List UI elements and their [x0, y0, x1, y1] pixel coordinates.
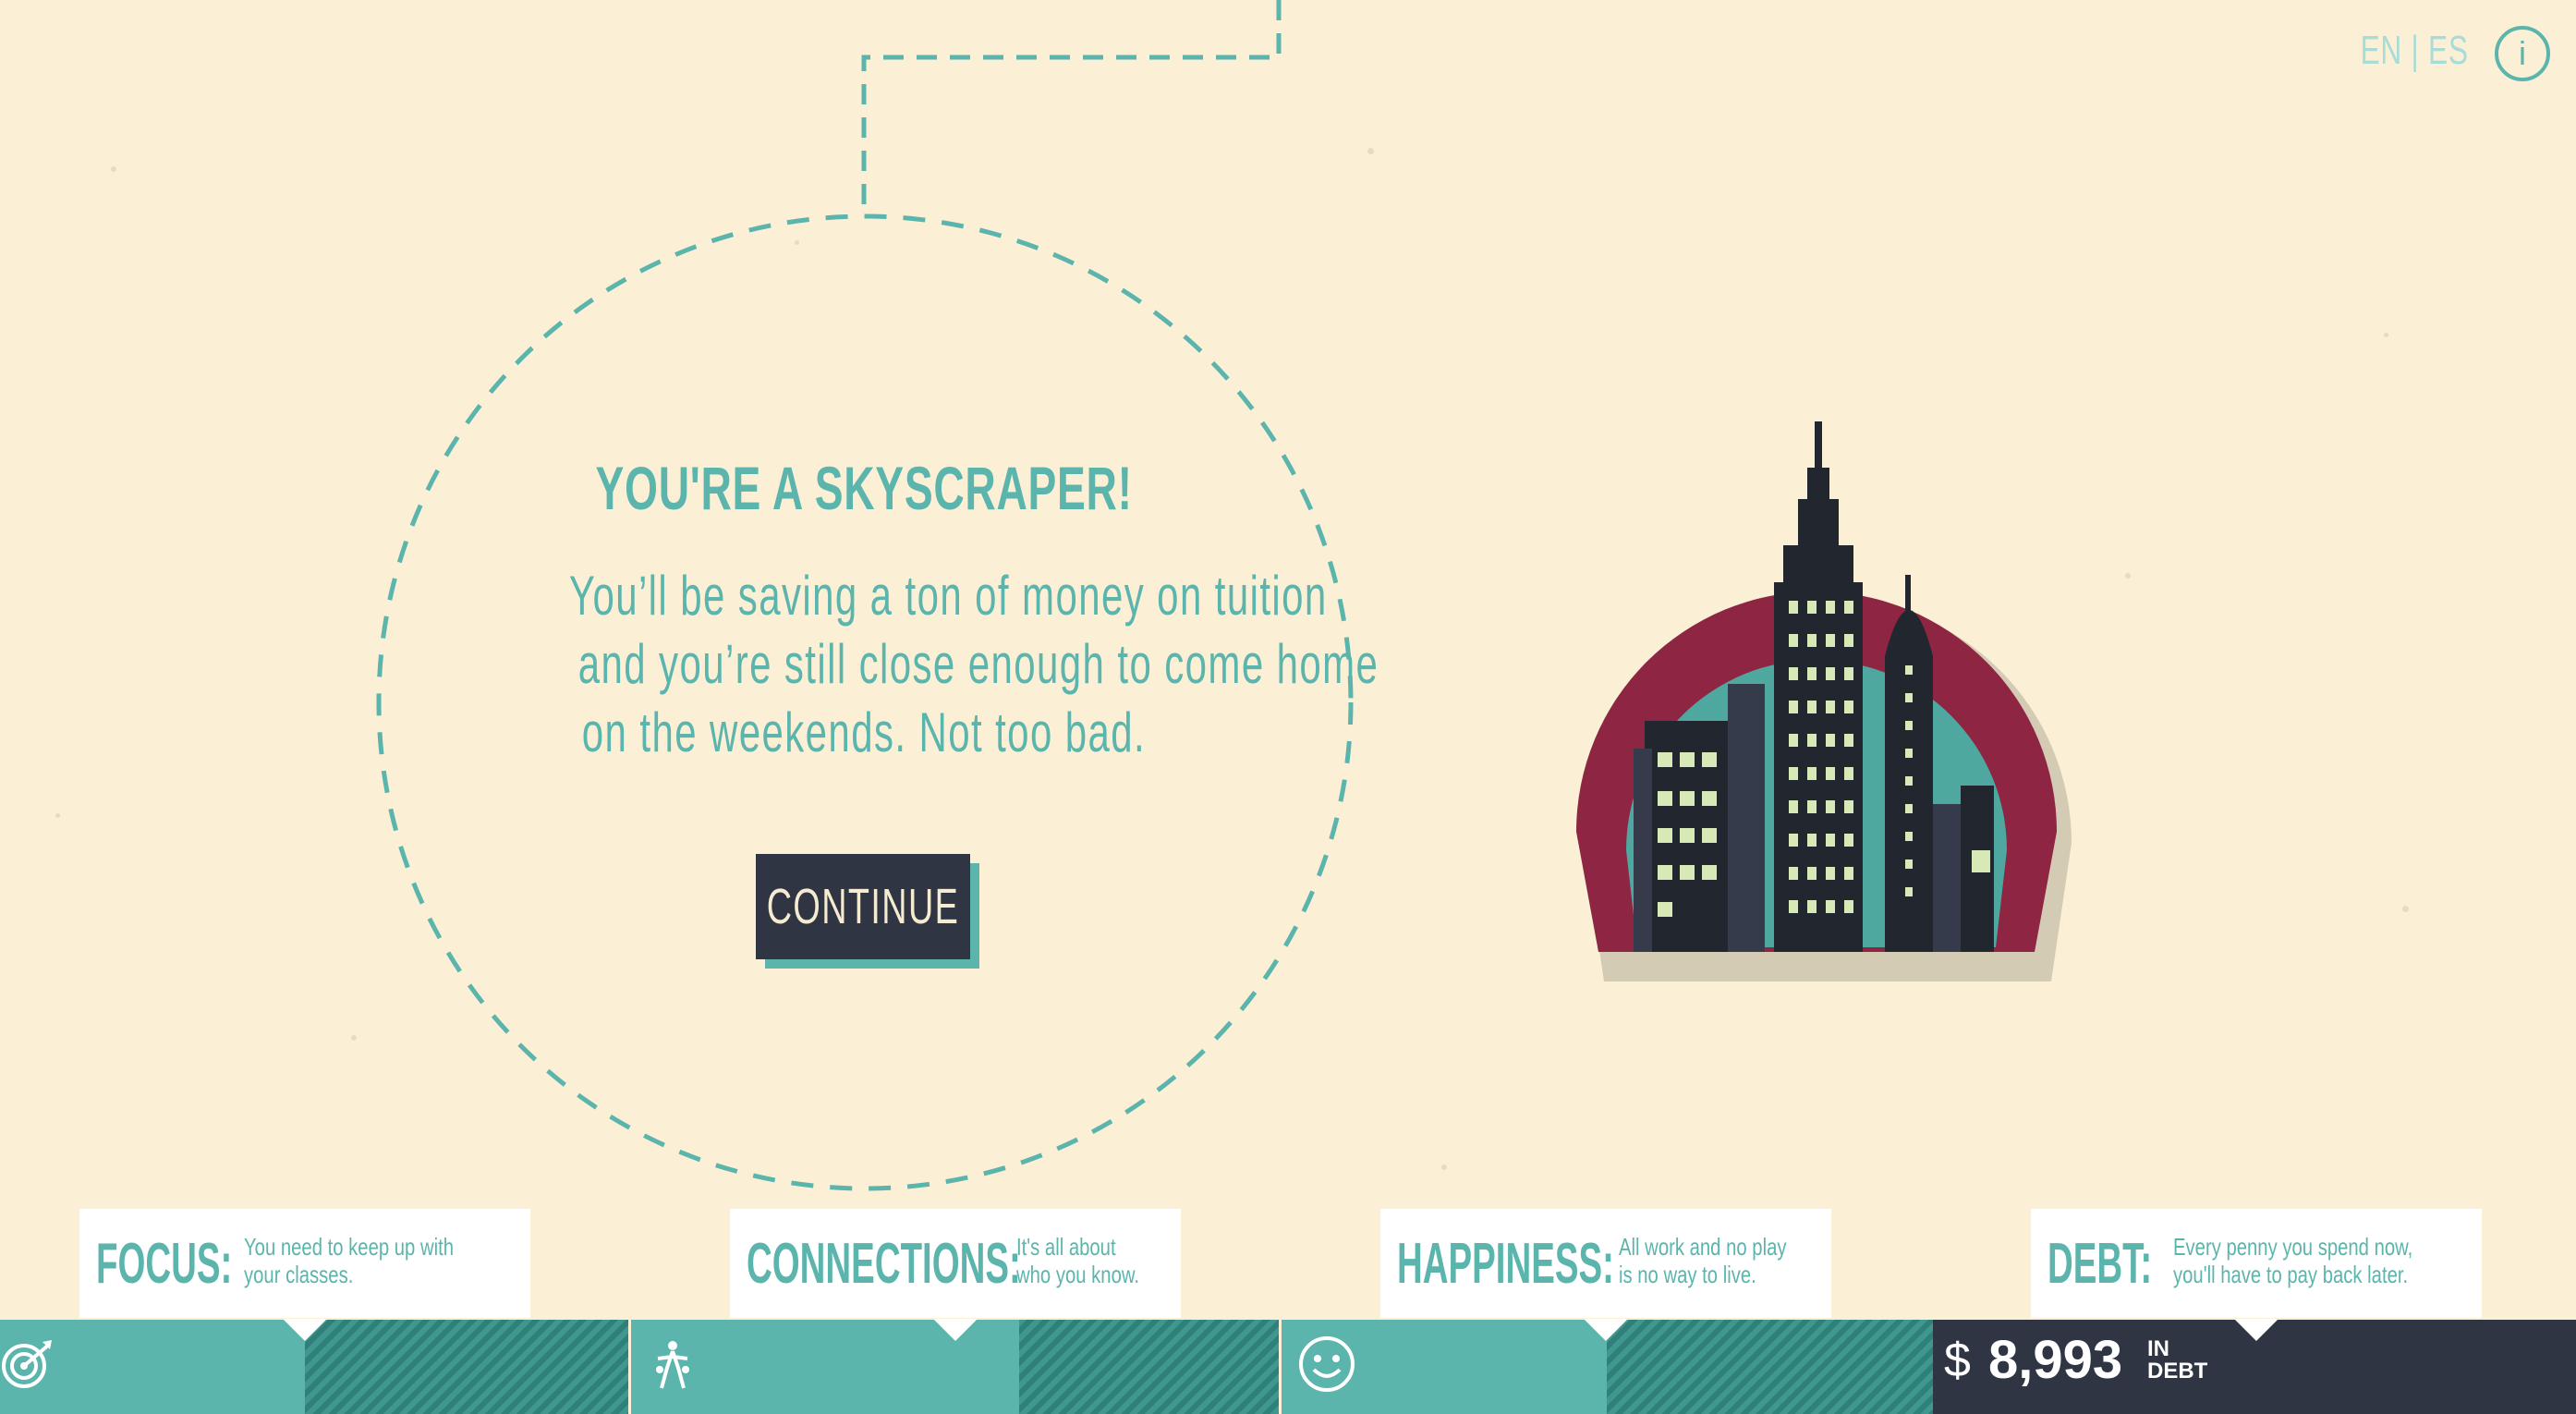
happiness-meter-empty — [1607, 1320, 1933, 1414]
card-pointer — [933, 1319, 978, 1341]
connections-card: CONNECTIONS: It's all about who you know… — [730, 1209, 1181, 1318]
card-pointer — [283, 1319, 327, 1341]
result-title: YOU'RE A SKYSCRAPER! — [595, 454, 1133, 522]
lang-separator: | — [2411, 28, 2420, 73]
people-icon — [656, 1341, 689, 1389]
description-line: You’ll be saving a ton of money on tuiti… — [568, 565, 1328, 627]
card-label: DEBT: — [2047, 1231, 2153, 1296]
debt-amount: 8,993 — [1988, 1330, 2123, 1390]
debt-card: DEBT: Every penny you spend now, you'll … — [2031, 1209, 2482, 1318]
smiley-icon — [1299, 1336, 1355, 1392]
card-pointer — [2234, 1319, 2278, 1341]
info-icon: i — [2519, 34, 2526, 72]
card-description: You need to keep up with your classes. — [244, 1233, 455, 1288]
description-line: on the weekends. Not too bad. — [581, 701, 1147, 763]
card-description: It's all about who you know. — [1016, 1233, 1140, 1288]
card-label: HAPPINESS: — [1397, 1231, 1614, 1296]
target-icon — [2, 1340, 52, 1388]
lang-es-link[interactable]: ES — [2428, 28, 2469, 74]
continue-button-wrap: CONTINUE — [756, 854, 979, 969]
connections-meter-empty — [1019, 1320, 1279, 1414]
result-description: You’ll be saving a ton of money on tuiti… — [407, 562, 1378, 767]
debt-unit-label: IN DEBT — [2147, 1336, 2208, 1384]
happiness-card: HAPPINESS: All work and no play is no wa… — [1380, 1209, 1831, 1318]
card-description: All work and no play is no way to live. — [1619, 1233, 1787, 1288]
focus-card: FOCUS: You need to keep up with your cla… — [79, 1209, 530, 1318]
focus-meter-empty — [305, 1320, 628, 1414]
continue-button[interactable]: CONTINUE — [756, 854, 970, 959]
skyscraper-city-badge-icon — [1576, 421, 2072, 981]
card-label: FOCUS: — [96, 1231, 233, 1296]
info-button[interactable]: i — [2495, 26, 2550, 81]
language-switcher: EN | ES — [2361, 28, 2469, 74]
card-pointer — [1584, 1319, 1628, 1341]
card-label: CONNECTIONS: — [747, 1231, 1021, 1296]
description-line: and you’re still close enough to come ho… — [577, 633, 1379, 695]
lang-en-link[interactable]: EN — [2361, 28, 2402, 74]
dollar-icon: $ — [1944, 1334, 1971, 1387]
card-description: Every penny you spend now, you'll have t… — [2173, 1233, 2413, 1288]
